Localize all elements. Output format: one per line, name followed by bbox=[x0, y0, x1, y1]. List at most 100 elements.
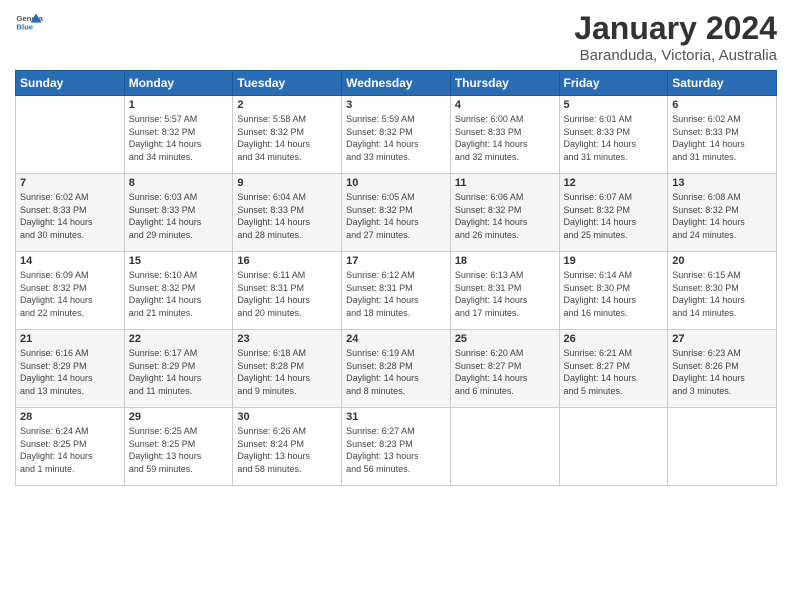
day-info: Sunrise: 6:17 AM Sunset: 8:29 PM Dayligh… bbox=[129, 347, 229, 397]
calendar-cell: 14 Sunrise: 6:09 AM Sunset: 8:32 PM Dayli… bbox=[16, 252, 125, 330]
day-info: Sunrise: 6:16 AM Sunset: 8:29 PM Dayligh… bbox=[20, 347, 120, 397]
day-number: 18 bbox=[455, 255, 555, 267]
calendar-cell: 3Sunrise: 5:59 AM Sunset: 8:32 PM Daylig… bbox=[342, 96, 451, 174]
main-title: January 2024 bbox=[574, 10, 777, 47]
header-day-sunday: Sunday bbox=[16, 71, 125, 96]
header-row: SundayMondayTuesdayWednesdayThursdayFrid… bbox=[16, 71, 777, 96]
logo-icon: General Blue bbox=[15, 10, 43, 38]
calendar-cell: 12Sunrise: 6:07 AM Sunset: 8:32 PM Dayli… bbox=[559, 174, 668, 252]
calendar-cell: 2 Sunrise: 5:58 AM Sunset: 8:32 PM Daylig… bbox=[233, 96, 342, 174]
calendar-cell: 15Sunrise: 6:10 AM Sunset: 8:32 PM Dayli… bbox=[124, 252, 233, 330]
day-number: 31 bbox=[346, 411, 446, 423]
calendar-cell: 4 Sunrise: 6:00 AM Sunset: 8:33 PM Daylig… bbox=[450, 96, 559, 174]
day-info: Sunrise: 6:21 AM Sunset: 8:27 PM Dayligh… bbox=[564, 347, 664, 397]
day-number: 2 bbox=[237, 99, 337, 111]
day-number: 5 bbox=[564, 99, 664, 111]
day-number: 13 bbox=[672, 177, 772, 189]
header-day-wednesday: Wednesday bbox=[342, 71, 451, 96]
day-number: 12 bbox=[564, 177, 664, 189]
week-row-5: 28Sunrise: 6:24 AM Sunset: 8:25 PM Dayli… bbox=[16, 408, 777, 486]
calendar-cell: 20 Sunrise: 6:15 AM Sunset: 8:30 PM Dayli… bbox=[668, 252, 777, 330]
week-row-4: 21 Sunrise: 6:16 AM Sunset: 8:29 PM Dayli… bbox=[16, 330, 777, 408]
header: General Blue January 2024 Baranduda, Vic… bbox=[15, 10, 777, 64]
day-number: 20 bbox=[672, 255, 772, 267]
day-number: 26 bbox=[564, 333, 664, 345]
calendar-cell: 10Sunrise: 6:05 AM Sunset: 8:32 PM Dayli… bbox=[342, 174, 451, 252]
day-number: 7 bbox=[20, 177, 120, 189]
day-info: Sunrise: 6:06 AM Sunset: 8:32 PM Dayligh… bbox=[455, 191, 555, 241]
day-number: 21 bbox=[20, 333, 120, 345]
day-info: Sunrise: 6:03 AM Sunset: 8:33 PM Dayligh… bbox=[129, 191, 229, 241]
day-info: Sunrise: 6:00 AM Sunset: 8:33 PM Dayligh… bbox=[455, 113, 555, 163]
day-info: Sunrise: 6:18 AM Sunset: 8:28 PM Dayligh… bbox=[237, 347, 337, 397]
calendar-cell: 29 Sunrise: 6:25 AM Sunset: 8:25 PM Dayli… bbox=[124, 408, 233, 486]
subtitle: Baranduda, Victoria, Australia bbox=[574, 47, 777, 64]
day-info: Sunrise: 6:13 AM Sunset: 8:31 PM Dayligh… bbox=[455, 269, 555, 319]
day-number: 17 bbox=[346, 255, 446, 267]
calendar-cell: 9 Sunrise: 6:04 AM Sunset: 8:33 PM Daylig… bbox=[233, 174, 342, 252]
calendar-cell: 7 Sunrise: 6:02 AM Sunset: 8:33 PM Daylig… bbox=[16, 174, 125, 252]
day-number: 6 bbox=[672, 99, 772, 111]
logo: General Blue bbox=[15, 10, 43, 38]
day-number: 10 bbox=[346, 177, 446, 189]
day-number: 24 bbox=[346, 333, 446, 345]
calendar-cell: 19 Sunrise: 6:14 AM Sunset: 8:30 PM Dayli… bbox=[559, 252, 668, 330]
week-row-1: 1Sunrise: 5:57 AM Sunset: 8:32 PM Daylig… bbox=[16, 96, 777, 174]
calendar-cell: 24 Sunrise: 6:19 AM Sunset: 8:28 PM Dayli… bbox=[342, 330, 451, 408]
day-info: Sunrise: 6:02 AM Sunset: 8:33 PM Dayligh… bbox=[672, 113, 772, 163]
header-day-saturday: Saturday bbox=[668, 71, 777, 96]
day-info: Sunrise: 6:25 AM Sunset: 8:25 PM Dayligh… bbox=[129, 425, 229, 475]
calendar-table: SundayMondayTuesdayWednesdayThursdayFrid… bbox=[15, 70, 777, 486]
day-info: Sunrise: 6:09 AM Sunset: 8:32 PM Dayligh… bbox=[20, 269, 120, 319]
day-number: 8 bbox=[129, 177, 229, 189]
calendar-cell: 1Sunrise: 5:57 AM Sunset: 8:32 PM Daylig… bbox=[124, 96, 233, 174]
day-number: 9 bbox=[237, 177, 337, 189]
day-number: 22 bbox=[129, 333, 229, 345]
day-info: Sunrise: 6:19 AM Sunset: 8:28 PM Dayligh… bbox=[346, 347, 446, 397]
calendar-cell bbox=[559, 408, 668, 486]
calendar-cell: 8 Sunrise: 6:03 AM Sunset: 8:33 PM Daylig… bbox=[124, 174, 233, 252]
day-info: Sunrise: 5:58 AM Sunset: 8:32 PM Dayligh… bbox=[237, 113, 337, 163]
day-number: 29 bbox=[129, 411, 229, 423]
header-day-monday: Monday bbox=[124, 71, 233, 96]
calendar-cell: 28Sunrise: 6:24 AM Sunset: 8:25 PM Dayli… bbox=[16, 408, 125, 486]
calendar-cell bbox=[16, 96, 125, 174]
calendar-cell bbox=[668, 408, 777, 486]
calendar-cell: 26 Sunrise: 6:21 AM Sunset: 8:27 PM Dayli… bbox=[559, 330, 668, 408]
calendar-cell: 27Sunrise: 6:23 AM Sunset: 8:26 PM Dayli… bbox=[668, 330, 777, 408]
calendar-cell: 16 Sunrise: 6:11 AM Sunset: 8:31 PM Dayli… bbox=[233, 252, 342, 330]
day-info: Sunrise: 6:02 AM Sunset: 8:33 PM Dayligh… bbox=[20, 191, 120, 241]
calendar-cell: 31 Sunrise: 6:27 AM Sunset: 8:23 PM Dayli… bbox=[342, 408, 451, 486]
header-day-thursday: Thursday bbox=[450, 71, 559, 96]
day-info: Sunrise: 6:04 AM Sunset: 8:33 PM Dayligh… bbox=[237, 191, 337, 241]
calendar-cell: 13Sunrise: 6:08 AM Sunset: 8:32 PM Dayli… bbox=[668, 174, 777, 252]
calendar-cell: 22 Sunrise: 6:17 AM Sunset: 8:29 PM Dayli… bbox=[124, 330, 233, 408]
calendar-cell: 6 Sunrise: 6:02 AM Sunset: 8:33 PM Daylig… bbox=[668, 96, 777, 174]
day-number: 19 bbox=[564, 255, 664, 267]
day-info: Sunrise: 6:26 AM Sunset: 8:24 PM Dayligh… bbox=[237, 425, 337, 475]
day-info: Sunrise: 6:15 AM Sunset: 8:30 PM Dayligh… bbox=[672, 269, 772, 319]
day-info: Sunrise: 6:23 AM Sunset: 8:26 PM Dayligh… bbox=[672, 347, 772, 397]
day-number: 25 bbox=[455, 333, 555, 345]
day-number: 16 bbox=[237, 255, 337, 267]
calendar-cell: 23 Sunrise: 6:18 AM Sunset: 8:28 PM Dayli… bbox=[233, 330, 342, 408]
day-number: 4 bbox=[455, 99, 555, 111]
week-row-2: 7 Sunrise: 6:02 AM Sunset: 8:33 PM Daylig… bbox=[16, 174, 777, 252]
calendar-cell: 17Sunrise: 6:12 AM Sunset: 8:31 PM Dayli… bbox=[342, 252, 451, 330]
title-block: January 2024 Baranduda, Victoria, Austra… bbox=[574, 10, 777, 64]
calendar-cell: 11 Sunrise: 6:06 AM Sunset: 8:32 PM Dayli… bbox=[450, 174, 559, 252]
day-number: 23 bbox=[237, 333, 337, 345]
day-number: 14 bbox=[20, 255, 120, 267]
day-info: Sunrise: 6:27 AM Sunset: 8:23 PM Dayligh… bbox=[346, 425, 446, 475]
calendar-cell: 21 Sunrise: 6:16 AM Sunset: 8:29 PM Dayli… bbox=[16, 330, 125, 408]
page-container: General Blue January 2024 Baranduda, Vic… bbox=[0, 0, 792, 496]
calendar-cell: 5Sunrise: 6:01 AM Sunset: 8:33 PM Daylig… bbox=[559, 96, 668, 174]
calendar-cell bbox=[450, 408, 559, 486]
calendar-cell: 30 Sunrise: 6:26 AM Sunset: 8:24 PM Dayli… bbox=[233, 408, 342, 486]
day-info: Sunrise: 5:57 AM Sunset: 8:32 PM Dayligh… bbox=[129, 113, 229, 163]
day-number: 30 bbox=[237, 411, 337, 423]
day-info: Sunrise: 6:11 AM Sunset: 8:31 PM Dayligh… bbox=[237, 269, 337, 319]
day-number: 11 bbox=[455, 177, 555, 189]
day-info: Sunrise: 6:14 AM Sunset: 8:30 PM Dayligh… bbox=[564, 269, 664, 319]
day-number: 15 bbox=[129, 255, 229, 267]
